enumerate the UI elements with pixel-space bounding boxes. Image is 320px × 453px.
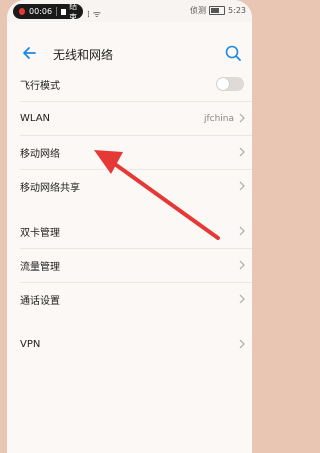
chevron-right-icon bbox=[239, 113, 245, 123]
dual-sim-label: 双卡管理 bbox=[20, 228, 60, 239]
settings-list: 飞行模式 WLAN jfchina 移动网络 移动网络共享 双卡管理 流量管理 … bbox=[7, 68, 252, 361]
data-usage-row[interactable]: 流量管理 bbox=[20, 249, 252, 283]
chevron-right-icon bbox=[239, 339, 245, 349]
airplane-mode-toggle[interactable] bbox=[216, 77, 244, 91]
wlan-row[interactable]: WLAN jfchina bbox=[20, 102, 252, 136]
airplane-mode-label: 飞行模式 bbox=[20, 81, 60, 92]
stop-icon bbox=[60, 8, 67, 15]
call-settings-label: 通话设置 bbox=[20, 296, 60, 307]
back-arrow-icon[interactable] bbox=[21, 44, 39, 62]
record-dot-icon bbox=[19, 8, 26, 15]
chevron-right-icon bbox=[239, 294, 245, 304]
app-bar: 无线和网络 bbox=[7, 38, 252, 68]
right-status: 侦测 5:23 bbox=[190, 5, 246, 16]
wlan-value: jfchina bbox=[203, 113, 234, 124]
dual-sim-row[interactable]: 双卡管理 bbox=[20, 215, 252, 249]
tethering-row[interactable]: 移动网络共享 bbox=[20, 170, 252, 203]
search-icon[interactable] bbox=[224, 44, 242, 62]
status-text: 侦测 bbox=[190, 6, 207, 15]
chevron-right-icon bbox=[239, 181, 245, 191]
tethering-label: 移动网络共享 bbox=[20, 183, 80, 194]
airplane-mode-row[interactable]: 飞行模式 bbox=[20, 68, 252, 102]
record-stop-label: 结束 bbox=[69, 1, 78, 22]
record-time: 00:06 bbox=[29, 7, 53, 16]
call-settings-row[interactable]: 通话设置 bbox=[20, 283, 252, 316]
vpn-label: VPN bbox=[20, 339, 41, 350]
phone-screen: 00:06 结束 ⁞ ᯤ 侦测 5:23 无线和网络 飞行模式 WLAN jfc… bbox=[7, 0, 252, 453]
chevron-right-icon bbox=[239, 147, 245, 157]
vpn-row[interactable]: VPN bbox=[20, 328, 252, 361]
battery-icon bbox=[209, 6, 226, 15]
chevron-right-icon bbox=[239, 260, 245, 270]
mobile-network-row[interactable]: 移动网络 bbox=[20, 136, 252, 170]
mobile-network-label: 移动网络 bbox=[20, 149, 60, 160]
data-usage-label: 流量管理 bbox=[20, 262, 60, 273]
status-bar: 00:06 结束 ⁞ ᯤ 侦测 5:23 bbox=[7, 0, 252, 22]
clock: 5:23 bbox=[228, 6, 246, 15]
screen-record-pill[interactable]: 00:06 结束 bbox=[13, 2, 83, 22]
page-title: 无线和网络 bbox=[53, 48, 114, 62]
divider bbox=[56, 7, 57, 16]
chevron-right-icon bbox=[239, 226, 245, 236]
signal-icons: ⁞ ᯤ bbox=[87, 10, 101, 20]
wlan-label: WLAN bbox=[20, 113, 51, 124]
